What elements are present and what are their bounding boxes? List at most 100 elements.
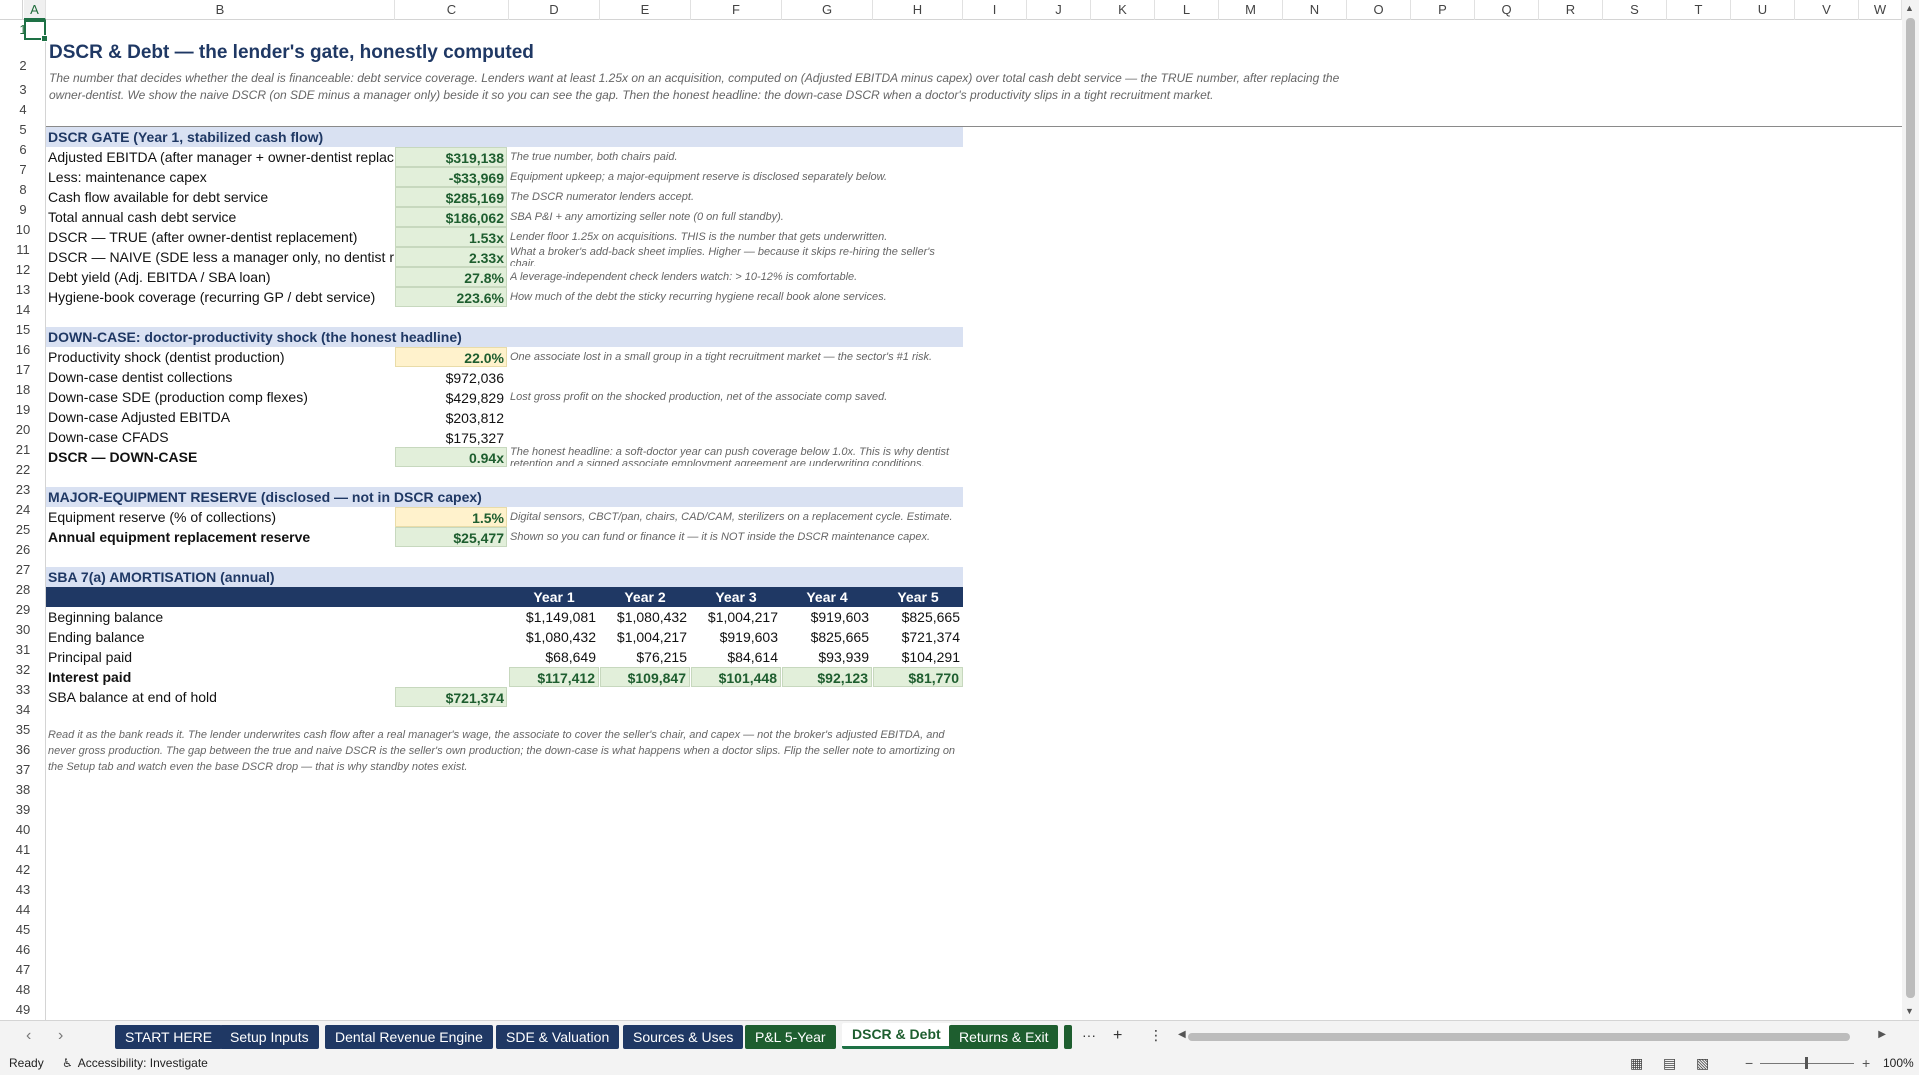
amortisation-cell[interactable]: $919,603 xyxy=(691,627,781,647)
zoom-out-icon[interactable]: − xyxy=(1745,1052,1753,1075)
amortisation-row[interactable]: Beginning balance $1,149,081 $1,080,432 $1,… xyxy=(46,607,963,627)
column-header-e[interactable]: E xyxy=(600,0,691,20)
page-break-preview-icon[interactable]: ▧ xyxy=(1696,1052,1709,1075)
row-header[interactable]: 45 xyxy=(0,920,46,940)
row-header[interactable]: 42 xyxy=(0,860,46,880)
tab-returns-exit[interactable]: Returns & Exit xyxy=(949,1025,1059,1049)
gate-row[interactable]: DSCR — TRUE (after owner-dentist replace… xyxy=(46,227,963,247)
column-header-r[interactable]: R xyxy=(1539,0,1603,20)
row-header[interactable]: 12 xyxy=(0,260,46,280)
row-value[interactable]: $25,477 xyxy=(395,527,507,547)
amortisation-cell[interactable]: $1,080,432 xyxy=(600,607,690,627)
vertical-scrollbar[interactable]: ▲ ▼ xyxy=(1902,0,1919,1020)
row-header[interactable]: 46 xyxy=(0,940,46,960)
column-header-u[interactable]: U xyxy=(1731,0,1795,20)
amortisation-cell[interactable]: $68,649 xyxy=(509,647,599,667)
row-value[interactable]: -$33,969 xyxy=(395,167,507,187)
row-header[interactable]: 21 xyxy=(0,440,46,460)
row-header[interactable]: 23 xyxy=(0,480,46,500)
column-header-o[interactable]: O xyxy=(1347,0,1411,20)
amortisation-cell[interactable]: $92,123 xyxy=(782,667,872,687)
gate-row[interactable]: Total annual cash debt service $186,062 SB… xyxy=(46,207,963,227)
amortisation-cell[interactable]: $104,291 xyxy=(873,647,963,667)
gate-row[interactable]: Adjusted EBITDA (after manager + owner-d… xyxy=(46,147,963,167)
row-value[interactable]: 22.0% xyxy=(395,347,507,367)
column-header-w[interactable]: W xyxy=(1859,0,1902,20)
row-value[interactable]: 1.5% xyxy=(395,507,507,527)
tab-dental-revenue-engine[interactable]: Dental Revenue Engine xyxy=(325,1025,493,1049)
row-value[interactable]: 0.94x xyxy=(395,447,507,467)
normal-view-icon[interactable]: ▦ xyxy=(1630,1052,1643,1075)
add-sheet-icon[interactable]: + xyxy=(1113,1027,1122,1045)
row-header[interactable]: 3 xyxy=(0,80,46,100)
scroll-down-icon[interactable]: ▼ xyxy=(1905,1006,1914,1016)
row-header[interactable]: 17 xyxy=(0,360,46,380)
select-all-corner[interactable] xyxy=(0,0,23,20)
amortisation-row[interactable]: Ending balance $1,080,432 $1,004,217 $919,6… xyxy=(46,627,963,647)
down-row[interactable]: Productivity shock (dentist production) 2… xyxy=(46,347,963,367)
tab-dscr-debt[interactable]: DSCR & Debt xyxy=(842,1023,951,1049)
row-header[interactable]: 13 xyxy=(0,280,46,300)
zoom-level[interactable]: 100% xyxy=(1883,1052,1914,1075)
amortisation-cell[interactable]: $825,665 xyxy=(782,627,872,647)
down-row[interactable]: Down-case dentist collections $972,036 xyxy=(46,367,963,387)
row-header[interactable]: 27 xyxy=(0,560,46,580)
sba-balance-end-row[interactable]: SBA balance at end of hold $721,374 xyxy=(46,687,963,707)
row-header[interactable]: 28 xyxy=(0,580,46,600)
down-row[interactable]: Down-case Adjusted EBITDA $203,812 xyxy=(46,407,963,427)
row-value[interactable]: 223.6% xyxy=(395,287,507,307)
row-header[interactable]: 10 xyxy=(0,220,46,240)
tab-sde-valuation[interactable]: SDE & Valuation xyxy=(496,1025,620,1049)
row-header[interactable]: 36 xyxy=(0,740,46,760)
down-row[interactable]: Down-case CFADS $175,327 xyxy=(46,427,963,447)
gate-row[interactable]: Hygiene-book coverage (recurring GP / de… xyxy=(46,287,963,307)
row-header[interactable]: 4 xyxy=(0,100,46,120)
tab-setup-inputs[interactable]: Setup Inputs xyxy=(220,1025,319,1049)
sba-end-balance-value[interactable]: $721,374 xyxy=(395,687,507,707)
tab-scroll-right-icon[interactable]: › xyxy=(58,1027,63,1045)
more-tabs-icon[interactable]: ··· xyxy=(1082,1027,1096,1043)
scroll-up-icon[interactable]: ▲ xyxy=(1905,3,1914,13)
zoom-knob[interactable] xyxy=(1805,1057,1808,1069)
column-header-n[interactable]: N xyxy=(1283,0,1347,20)
amortisation-cell[interactable]: $101,448 xyxy=(691,667,781,687)
gate-row[interactable]: Debt yield (Adj. EBITDA / SBA loan) 27.8%… xyxy=(46,267,963,287)
amortisation-cell[interactable]: $721,374 xyxy=(873,627,963,647)
row-header[interactable]: 47 xyxy=(0,960,46,980)
tab-start-here[interactable]: START HERE xyxy=(115,1025,223,1049)
column-header-m[interactable]: M xyxy=(1219,0,1283,20)
zoom-slider[interactable]: − + xyxy=(1742,1052,1872,1075)
row-header[interactable]: 41 xyxy=(0,840,46,860)
row-header[interactable]: 19 xyxy=(0,400,46,420)
column-header-j[interactable]: J xyxy=(1027,0,1091,20)
amortisation-cell[interactable]: $1,149,081 xyxy=(509,607,599,627)
tab-pl-5-year[interactable]: P&L 5-Year xyxy=(745,1025,836,1049)
active-cell-a1[interactable] xyxy=(24,20,48,42)
row-value[interactable]: $175,327 xyxy=(395,427,507,447)
amortisation-cell[interactable]: $1,004,217 xyxy=(600,627,690,647)
row-value[interactable]: 1.53x xyxy=(395,227,507,247)
row-value[interactable]: 27.8% xyxy=(395,267,507,287)
row-header[interactable]: 29 xyxy=(0,600,46,620)
row-header[interactable]: 44 xyxy=(0,900,46,920)
equip-row[interactable]: Annual equipment replacement reserve $25,… xyxy=(46,527,963,547)
column-header-b[interactable]: B xyxy=(46,0,395,20)
column-header-s[interactable]: S xyxy=(1603,0,1667,20)
tab-scroll-left-icon[interactable]: ‹ xyxy=(26,1027,31,1045)
row-header[interactable]: 20 xyxy=(0,420,46,440)
row-header[interactable]: 8 xyxy=(0,180,46,200)
amortisation-cell[interactable]: $93,939 xyxy=(782,647,872,667)
amortisation-cell[interactable]: $84,614 xyxy=(691,647,781,667)
row-value[interactable]: $319,138 xyxy=(395,147,507,167)
amortisation-cell[interactable]: $1,004,217 xyxy=(691,607,781,627)
row-value[interactable]: $186,062 xyxy=(395,207,507,227)
amortisation-cell[interactable]: $76,215 xyxy=(600,647,690,667)
column-header-c[interactable]: C xyxy=(395,0,509,20)
vertical-scroll-thumb[interactable] xyxy=(1906,18,1915,998)
column-header-t[interactable]: T xyxy=(1667,0,1731,20)
row-header[interactable]: 14 xyxy=(0,300,46,320)
row-header[interactable]: 39 xyxy=(0,800,46,820)
page-layout-icon[interactable]: ▤ xyxy=(1663,1052,1676,1075)
column-header-a[interactable]: A xyxy=(24,0,46,20)
row-header[interactable]: 34 xyxy=(0,700,46,720)
